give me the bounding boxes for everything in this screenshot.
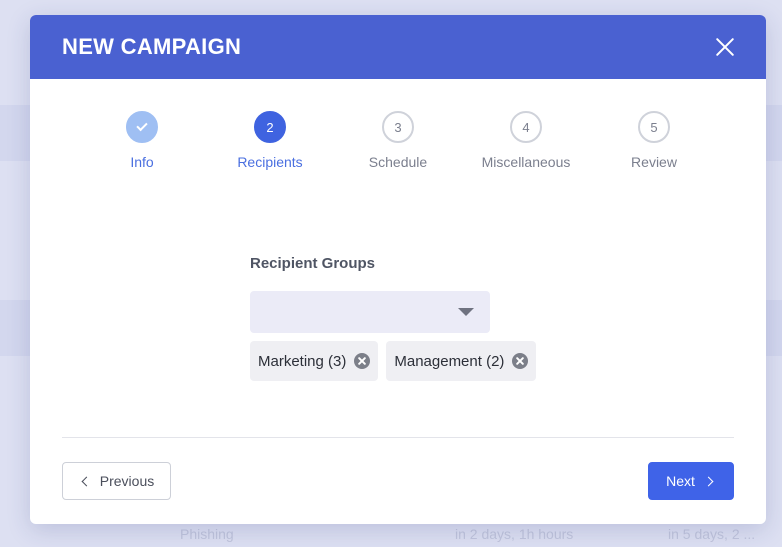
recipient-groups-label: Recipient Groups <box>250 255 376 272</box>
step-recipients[interactable]: 2 Recipients <box>206 111 334 170</box>
step-label: Schedule <box>368 154 428 170</box>
step-circle: 4 <box>510 111 542 143</box>
step-circle: 2 <box>254 111 286 143</box>
step-circle: 5 <box>638 111 670 143</box>
remove-circle-icon[interactable] <box>354 353 371 369</box>
next-label: Next <box>666 473 695 489</box>
previous-label: Previous <box>99 473 155 489</box>
footer-divider <box>62 437 734 438</box>
checkmark-icon <box>136 119 148 132</box>
chevron-right-icon <box>703 476 714 486</box>
recipient-groups-select[interactable] <box>250 291 490 333</box>
step-info[interactable]: Info <box>78 111 206 170</box>
group-chip-management: Management (2) <box>386 341 537 381</box>
caret-down-icon[interactable] <box>458 308 474 316</box>
step-review[interactable]: 5 Review <box>590 111 718 170</box>
next-button[interactable]: Next <box>648 462 734 500</box>
wizard-stepper: Info 2 Recipients 3 Schedule 4 Miscellan… <box>78 111 718 181</box>
group-chip-marketing: Marketing (3) <box>250 341 379 381</box>
step-schedule[interactable]: 3 Schedule <box>334 111 462 170</box>
previous-button[interactable]: Previous <box>62 462 171 500</box>
remove-circle-icon[interactable] <box>512 353 529 369</box>
modal-title: NEW CAMPAIGN <box>62 34 242 59</box>
step-circle: 3 <box>382 111 414 143</box>
modal-header: NEW CAMPAIGN <box>30 15 766 79</box>
selected-groups: Marketing (3) Management (2) <box>250 341 537 381</box>
step-label: Info <box>130 154 154 170</box>
step-label: Miscellaneous <box>481 154 571 170</box>
chevron-left-icon <box>81 476 92 486</box>
chip-label: Management (2) <box>394 352 505 370</box>
close-icon[interactable] <box>714 36 736 58</box>
step-miscellaneous[interactable]: 4 Miscellaneous <box>462 111 590 170</box>
step-label: Review <box>631 154 677 170</box>
step-circle <box>126 111 158 143</box>
step-label: Recipients <box>237 154 303 170</box>
new-campaign-modal: NEW CAMPAIGN Info 2 Recipients 3 Schedul… <box>30 15 766 524</box>
chip-label: Marketing (3) <box>258 352 347 370</box>
